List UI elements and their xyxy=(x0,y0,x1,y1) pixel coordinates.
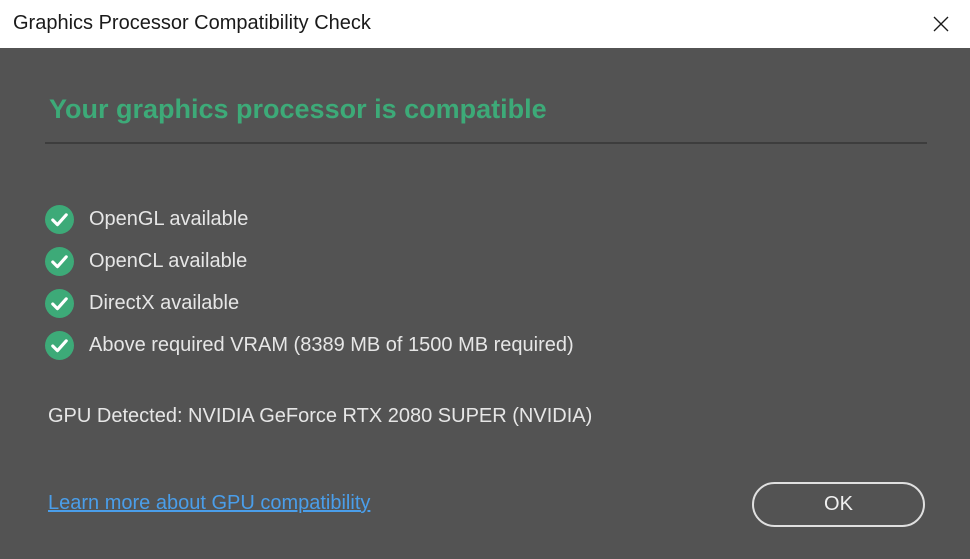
page-title: Your graphics processor is compatible xyxy=(49,94,547,124)
check-list: OpenGL available OpenCL available Direct… xyxy=(45,198,574,366)
check-label: OpenGL available xyxy=(89,207,249,230)
divider xyxy=(45,142,927,144)
list-item: OpenCL available xyxy=(45,240,574,282)
check-circle-icon xyxy=(45,330,74,360)
close-icon xyxy=(933,16,949,32)
title-bar: Graphics Processor Compatibility Check xyxy=(0,0,970,48)
check-circle-icon xyxy=(45,204,74,234)
learn-more-link[interactable]: Learn more about GPU compatibility xyxy=(48,492,370,515)
list-item: DirectX available xyxy=(45,282,574,324)
check-label: Above required VRAM (8389 MB of 1500 MB … xyxy=(89,333,574,356)
list-item: OpenGL available xyxy=(45,198,574,240)
gpu-detected-text: GPU Detected: NVIDIA GeForce RTX 2080 SU… xyxy=(48,405,593,427)
window-title: Graphics Processor Compatibility Check xyxy=(13,12,371,34)
check-circle-icon xyxy=(45,288,74,318)
compatibility-dialog: Graphics Processor Compatibility Check Y… xyxy=(0,0,970,559)
list-item: Above required VRAM (8389 MB of 1500 MB … xyxy=(45,324,574,366)
check-circle-icon xyxy=(45,246,74,276)
ok-button[interactable]: OK xyxy=(752,482,925,527)
check-label: OpenCL available xyxy=(89,249,248,272)
check-label: DirectX available xyxy=(89,291,240,314)
close-button[interactable] xyxy=(912,0,970,48)
